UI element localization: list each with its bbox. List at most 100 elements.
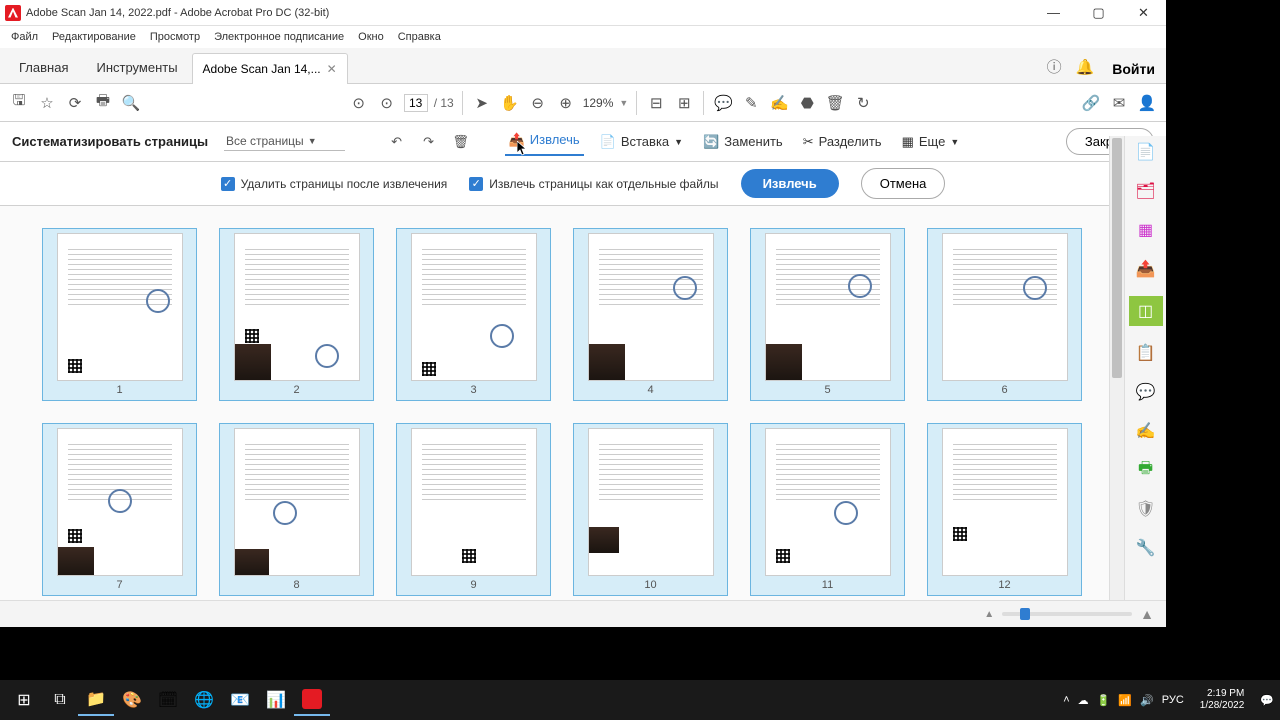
refresh-icon[interactable]: ⟳ xyxy=(64,92,86,114)
rotate-right-icon[interactable]: ↷ xyxy=(419,132,439,152)
maximize-button[interactable]: ▢ xyxy=(1076,0,1121,26)
sidebar-comment-icon[interactable]: 💬 xyxy=(1134,380,1158,404)
page-thumbnail[interactable]: 1 xyxy=(42,228,197,401)
stamp-icon[interactable]: ⬣ xyxy=(796,92,818,114)
page-up-icon[interactable]: ⊙ xyxy=(348,92,370,114)
more-action[interactable]: ▦Еще▼ xyxy=(898,130,964,154)
rotate-left-icon[interactable]: ↶ xyxy=(387,132,407,152)
highlight-icon[interactable]: ✎ xyxy=(740,92,762,114)
sidebar-scan-icon[interactable]: 🖶 xyxy=(1134,458,1158,482)
tray-chevron-icon[interactable]: ˄ xyxy=(1063,694,1069,706)
fit-icon[interactable]: ⊟ xyxy=(645,92,667,114)
menu-esign[interactable]: Электронное подписание xyxy=(208,29,350,45)
tab-tools[interactable]: Инструменты xyxy=(82,52,191,83)
page-thumbnail[interactable]: 11 xyxy=(750,423,905,596)
start-button[interactable]: ⊞ xyxy=(6,684,42,716)
taskbar-clock[interactable]: 2:19 PM 1/28/2022 xyxy=(1192,688,1253,712)
sign-icon[interactable]: ✍ xyxy=(768,92,790,114)
tab-document[interactable]: Adobe Scan Jan 14,... ✕ xyxy=(192,53,348,84)
help-icon[interactable]: ⓘ xyxy=(1047,56,1062,77)
minimize-button[interactable]: — xyxy=(1031,0,1076,26)
tray-battery-icon[interactable]: 🔋 xyxy=(1097,694,1111,707)
menu-edit[interactable]: Редактирование xyxy=(46,29,142,45)
tray-cloud-icon[interactable]: ☁ xyxy=(1078,694,1089,707)
extract-action[interactable]: 📤Извлечь xyxy=(505,128,584,156)
replace-icon: 🔄 xyxy=(703,134,719,150)
insert-action[interactable]: 📄Вставка▼ xyxy=(596,130,687,154)
page-down-icon[interactable]: ⊙ xyxy=(376,92,398,114)
menu-help[interactable]: Справка xyxy=(392,29,447,45)
zoom-slider[interactable] xyxy=(1002,612,1132,616)
tray-notification-icon[interactable]: 💬 xyxy=(1260,694,1274,707)
link-icon[interactable]: 🔗 xyxy=(1080,92,1102,114)
tray-wifi-icon[interactable]: 📶 xyxy=(1118,694,1132,707)
vertical-scrollbar[interactable] xyxy=(1109,136,1124,600)
delete-icon[interactable]: 🗑 xyxy=(824,92,846,114)
page-thumbnail[interactable]: 2 xyxy=(219,228,374,401)
tray-lang[interactable]: РУС xyxy=(1162,694,1184,706)
bell-icon[interactable]: 🔔 xyxy=(1076,58,1095,76)
mail-icon[interactable]: ✉ xyxy=(1108,92,1130,114)
page-thumbnail[interactable]: 5 xyxy=(750,228,905,401)
page-thumbnail[interactable]: 3 xyxy=(396,228,551,401)
sidebar-compress-icon[interactable]: 📋 xyxy=(1134,341,1158,365)
page-thumbnail[interactable]: 8 xyxy=(219,423,374,596)
page-thumbnail[interactable]: 4 xyxy=(573,228,728,401)
comment-icon[interactable]: 💬 xyxy=(712,92,734,114)
sidebar-edit-icon[interactable]: ▦ xyxy=(1134,218,1158,242)
trash-icon[interactable]: 🗑 xyxy=(451,132,471,152)
sidebar-tools-icon[interactable]: 🔧 xyxy=(1134,536,1158,560)
windows-taskbar: ⊞ ⧉ 📁 🎨 🗓 🌐 📧 📊 ˄ ☁ 🔋 📶 🔊 РУС 2:19 PM 1/… xyxy=(0,680,1280,720)
page-thumbnail[interactable]: 6 xyxy=(927,228,1082,401)
layout-icon[interactable]: ⊞ xyxy=(673,92,695,114)
sidebar-create-icon[interactable]: 📄 xyxy=(1134,140,1158,164)
powerpoint-icon[interactable]: 📊 xyxy=(258,684,294,716)
zoom-in-icon[interactable]: ⊕ xyxy=(555,92,577,114)
hand-icon[interactable]: ✋ xyxy=(499,92,521,114)
pointer-icon[interactable]: ➤ xyxy=(471,92,493,114)
split-action[interactable]: ✂Разделить xyxy=(799,130,886,154)
signin-button[interactable]: Войти xyxy=(1106,61,1161,83)
search-icon[interactable]: 🔍 xyxy=(120,92,142,114)
acrobat-taskbar-icon[interactable] xyxy=(294,684,330,716)
separate-files-checkbox[interactable]: ✓Извлечь страницы как отдельные файлы xyxy=(469,177,718,191)
explorer-icon[interactable]: 📁 xyxy=(78,684,114,716)
zoom-large-icon[interactable]: ▲ xyxy=(1140,606,1154,622)
tray-volume-icon[interactable]: 🔊 xyxy=(1140,694,1154,707)
app-icon-1[interactable]: 🎨 xyxy=(114,684,150,716)
replace-action[interactable]: 🔄Заменить xyxy=(699,130,787,154)
sidebar-combine-icon[interactable]: 🗂 xyxy=(1134,179,1158,203)
menu-view[interactable]: Просмотр xyxy=(144,29,206,45)
mail-taskbar-icon[interactable]: 📧 xyxy=(222,684,258,716)
delete-after-checkbox[interactable]: ✓Удалить страницы после извлечения xyxy=(221,177,448,191)
close-button[interactable]: ✕ xyxy=(1121,0,1166,26)
sidebar-export-icon[interactable]: 📤 xyxy=(1134,257,1158,281)
zoom-small-icon[interactable]: ▲ xyxy=(984,609,994,620)
sidebar-organize-icon[interactable]: ◫ xyxy=(1129,296,1163,326)
task-view-icon[interactable]: ⧉ xyxy=(42,684,78,716)
cancel-button[interactable]: Отмена xyxy=(861,168,946,199)
page-number-input[interactable] xyxy=(404,94,428,112)
zoom-out-icon[interactable]: ⊖ xyxy=(527,92,549,114)
zoom-dropdown-icon[interactable]: ▼ xyxy=(619,98,628,108)
sidebar-sign-icon[interactable]: ✍ xyxy=(1134,419,1158,443)
zoom-level[interactable]: 129% xyxy=(583,96,614,110)
save-icon[interactable]: 🖫 xyxy=(8,92,30,114)
print-icon[interactable]: 🖶 xyxy=(92,92,114,114)
app-icon-2[interactable]: 🗓 xyxy=(150,684,186,716)
star-icon[interactable]: ☆ xyxy=(36,92,58,114)
redo-icon[interactable]: ↻ xyxy=(852,92,874,114)
extract-button[interactable]: Извлечь xyxy=(741,169,839,198)
tab-home[interactable]: Главная xyxy=(5,52,82,83)
page-thumbnail[interactable]: 7 xyxy=(42,423,197,596)
page-thumbnail[interactable]: 10 xyxy=(573,423,728,596)
page-thumbnail[interactable]: 9 xyxy=(396,423,551,596)
sidebar-protect-icon[interactable]: 🛡 xyxy=(1134,497,1158,521)
page-thumbnail[interactable]: 12 xyxy=(927,423,1082,596)
close-tab-icon[interactable]: ✕ xyxy=(327,62,337,76)
page-filter-dropdown[interactable]: Все страницы▼ xyxy=(224,132,345,151)
chrome-icon[interactable]: 🌐 xyxy=(186,684,222,716)
profile-icon[interactable]: 👤 xyxy=(1136,92,1158,114)
menu-file[interactable]: Файл xyxy=(5,29,44,45)
menu-window[interactable]: Окно xyxy=(352,29,390,45)
